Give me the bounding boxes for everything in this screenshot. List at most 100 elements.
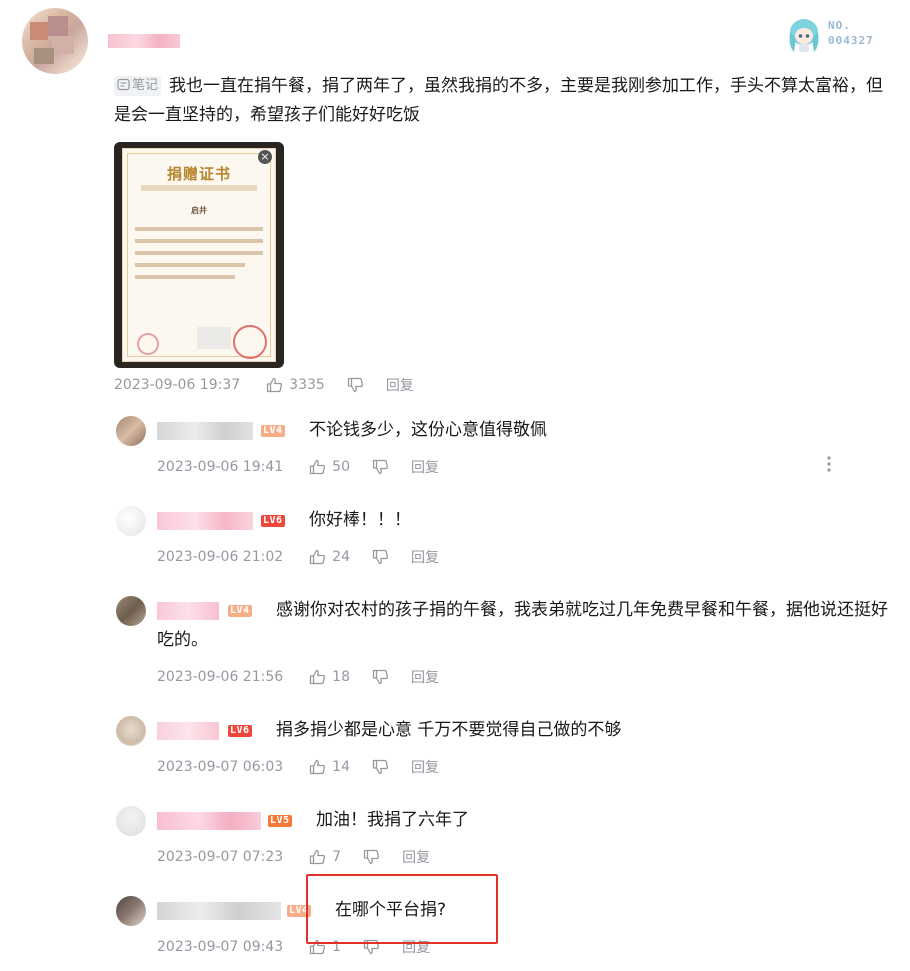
avatar-mosaic xyxy=(48,16,68,36)
dislike-button[interactable] xyxy=(363,849,380,865)
reply-time: 2023-09-06 19:41 xyxy=(157,459,284,475)
fan-badge: NO. 004327 xyxy=(786,16,886,54)
certificate-name: 启井 xyxy=(191,206,207,215)
reply-button[interactable]: 回复 xyxy=(411,667,439,687)
reply-button[interactable]: 回复 xyxy=(411,457,439,477)
reply-button[interactable]: 回复 xyxy=(411,547,439,567)
thumbs-down-icon xyxy=(372,549,388,565)
reply-username-blurred[interactable] xyxy=(157,902,281,920)
reply-username-blurred[interactable] xyxy=(157,812,261,830)
note-tag-label: 笔记 xyxy=(132,78,159,93)
user-avatar[interactable] xyxy=(22,8,88,74)
reply-button[interactable]: 回复 xyxy=(402,847,430,867)
reply-meta: 2023-09-06 19:41 50 回复 xyxy=(157,457,439,477)
reply-meta: 2023-09-06 21:56 18 回复 xyxy=(157,667,439,687)
certificate-subtitle-line xyxy=(141,185,257,191)
certificate-text-line xyxy=(135,263,245,267)
certificate-text-line xyxy=(135,239,263,243)
reply-avatar[interactable] xyxy=(116,896,146,926)
thumbs-up-icon xyxy=(310,669,326,685)
certificate-text-line xyxy=(135,227,263,231)
chibi-character-icon xyxy=(789,19,819,52)
like-button[interactable]: 24 xyxy=(309,549,350,565)
reply-time: 2023-09-06 21:02 xyxy=(157,549,284,565)
dislike-button[interactable] xyxy=(372,459,389,475)
username-blurred[interactable] xyxy=(108,34,180,48)
like-button[interactable]: 14 xyxy=(309,759,350,775)
like-count: 50 xyxy=(332,459,350,475)
reply-avatar[interactable] xyxy=(116,506,146,536)
like-button[interactable]: 3335 xyxy=(266,377,325,393)
thumbs-up-icon xyxy=(310,459,326,475)
main-comment-text: 笔记 我也一直在捐午餐，捐了两年了，虽然我捐的不多，主要是我刚参加工作，手头不算太… xyxy=(114,72,894,130)
thumbs-down-icon xyxy=(363,849,380,865)
level-badge: LV4 xyxy=(261,425,285,437)
like-count: 14 xyxy=(332,759,350,775)
reply-button[interactable]: 回复 xyxy=(386,375,414,395)
reply-avatar[interactable] xyxy=(116,806,146,836)
reply-avatar[interactable] xyxy=(116,716,146,746)
reply-meta: 2023-09-07 06:03 14 回复 xyxy=(157,757,439,777)
reply-avatar[interactable] xyxy=(116,416,146,446)
like-count: 3335 xyxy=(289,377,325,393)
main-comment-meta: 2023-09-06 19:37 3335 回复 xyxy=(114,375,414,395)
avatar-mosaic xyxy=(34,48,54,64)
level-badge: LV6 xyxy=(261,515,285,527)
certificate-text-line xyxy=(135,251,263,255)
thumbs-down-icon xyxy=(372,669,388,685)
note-tag[interactable]: 笔记 xyxy=(114,76,162,96)
reply-text: 感谢你对农村的孩子捐的午餐，我表弟就吃过几年免费早餐和午餐，据他说还挺好吃的。 xyxy=(157,600,888,650)
reply-meta: 2023-09-07 07:23 7 回复 xyxy=(157,847,430,867)
reply-time: 2023-09-06 21:56 xyxy=(157,669,284,685)
thumbs-down-icon xyxy=(372,759,388,775)
thumbs-up-icon xyxy=(310,759,326,775)
reply-time: 2023-09-07 09:43 xyxy=(157,939,284,955)
reply-meta: 2023-09-06 21:02 24 回复 xyxy=(157,547,439,567)
certificate-text-line xyxy=(135,275,235,279)
dislike-button[interactable] xyxy=(372,669,389,685)
thumbs-up-icon xyxy=(310,849,326,865)
dislike-button[interactable] xyxy=(372,549,389,565)
reply-time: 2023-09-07 06:03 xyxy=(157,759,284,775)
level-badge: LV5 xyxy=(268,815,292,827)
certificate-paper: 捐赠证书 启井 xyxy=(122,148,276,362)
badge-no-label: NO. xyxy=(828,19,851,32)
certificate-image[interactable]: 捐赠证书 启井 × xyxy=(114,142,284,368)
badge-number: 004327 xyxy=(828,34,874,47)
certificate-blurred-area xyxy=(197,327,231,349)
comment-time: 2023-09-06 19:37 xyxy=(114,377,241,393)
like-button[interactable]: 7 xyxy=(309,849,341,865)
like-button[interactable]: 18 xyxy=(309,669,350,685)
thumbs-down-icon xyxy=(372,459,388,475)
avatar-mosaic xyxy=(52,36,74,54)
red-highlight-box xyxy=(306,874,498,944)
reply-text: 你好棒！！！ xyxy=(309,510,411,530)
reply-text: 捐多捐少都是心意 千万不要觉得自己做的不够 xyxy=(276,720,622,740)
dislike-button[interactable] xyxy=(347,377,364,393)
main-comment-body: 我也一直在捐午餐，捐了两年了，虽然我捐的不多，主要是我刚参加工作，手头不算太富裕… xyxy=(114,76,884,125)
dislike-button[interactable] xyxy=(372,759,389,775)
reply-button[interactable]: 回复 xyxy=(411,757,439,777)
reply-text: 不论钱多少，这份心意值得敬佩 xyxy=(309,420,547,440)
certificate-stamp xyxy=(233,325,267,359)
more-options-icon[interactable] xyxy=(826,455,832,473)
close-icon[interactable]: × xyxy=(258,150,272,164)
like-count: 7 xyxy=(332,849,342,865)
thumbs-down-icon xyxy=(347,377,363,393)
thumbs-up-icon xyxy=(267,377,283,393)
certificate-title: 捐赠证书 xyxy=(166,165,231,183)
note-icon xyxy=(117,78,130,91)
like-button[interactable]: 50 xyxy=(309,459,350,475)
like-count: 18 xyxy=(332,669,350,685)
thumbs-up-icon xyxy=(310,549,326,565)
reply-text: 加油！我捐了六年了 xyxy=(316,810,469,830)
like-count: 24 xyxy=(332,549,350,565)
level-badge: LV6 xyxy=(228,725,252,737)
reply-username-blurred[interactable] xyxy=(157,722,219,740)
avatar-mosaic xyxy=(30,22,48,40)
certificate-seal xyxy=(137,333,159,355)
reply-username-blurred[interactable] xyxy=(157,512,253,530)
reply-time: 2023-09-07 07:23 xyxy=(157,849,284,865)
reply-avatar[interactable] xyxy=(116,596,146,626)
reply-username-blurred[interactable] xyxy=(157,422,253,440)
